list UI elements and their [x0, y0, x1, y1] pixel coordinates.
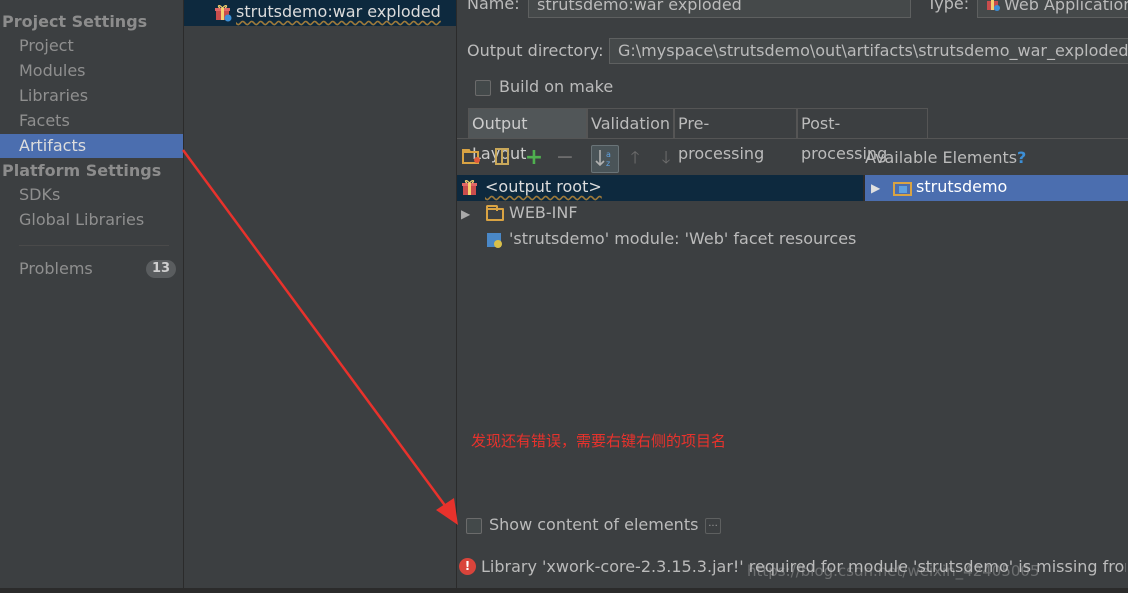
annotation-arrow	[181, 149, 458, 525]
